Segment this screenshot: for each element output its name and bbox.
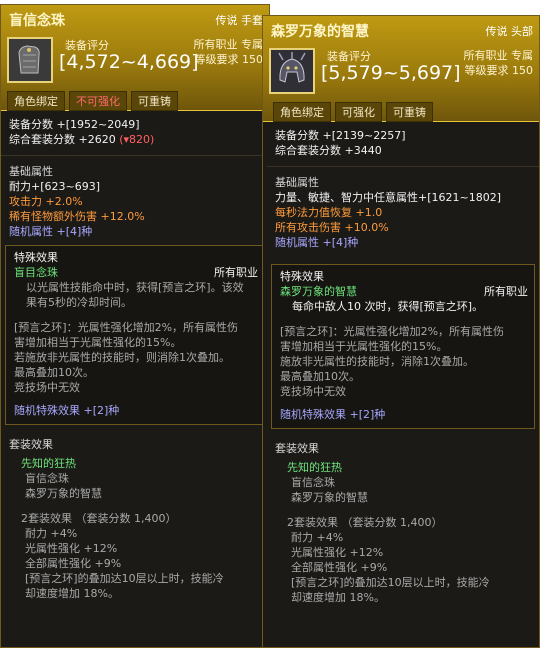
ring-desc: 若施放非光属性的技能时，则消除1次叠加。 — [14, 351, 230, 364]
special-desc: 以光属性技能命中时，获得[预言之环]。该效 — [26, 281, 244, 294]
set-bonus-line: 光属性强化 +12% — [25, 542, 118, 555]
helmet-icon — [269, 48, 315, 94]
set-bonus-line: 却速度增加 18%。 — [291, 591, 385, 604]
item-tooltip-helmet: 森罗万象的智慧 传说 头部 装备评分 [5,579~5,697] 所有职业 专属… — [262, 15, 540, 648]
random-special: 随机特殊效果 +[2]种 — [280, 408, 386, 421]
set-score-value: 综合套装分数 +2620 — [9, 133, 116, 146]
special-desc: 果有5秒的冷却时间。 — [26, 296, 132, 309]
ring-desc: 最高叠加10次。 — [280, 370, 360, 383]
set-title: 套装效果 — [9, 438, 53, 451]
base-line: 攻击力 +2.0% — [9, 195, 83, 208]
level-requirement: 等级要求 150 — [464, 64, 534, 77]
item-tooltip-gauntlet: 盲信念珠 传说 手套 装备评分 [4,572~4,669] 所有职业 专属 等级… — [0, 4, 270, 648]
tag-reforge: 可重铸 — [386, 102, 433, 122]
item-rarity: 传说 头部 — [485, 25, 534, 38]
set-bonus-title: 2套装效果 （套装分数 1,400） — [21, 512, 177, 525]
set-member: 森罗万象的智慧 — [25, 487, 102, 500]
job-text: 所有职业 专属 — [193, 38, 264, 51]
set-member: 盲信念珠 — [291, 476, 335, 489]
base-line: 所有攻击伤害 +10.0% — [275, 221, 389, 234]
tooltip-header: 森罗万象的智慧 传说 头部 装备评分 [5,579~5,697] 所有职业 专属… — [263, 16, 539, 122]
special-effect-box: 特殊效果 森罗万象的智慧 所有职业 每命中敌人10 次时，获得[预言之环]。 [… — [271, 264, 535, 429]
ring-desc: 最高叠加10次。 — [14, 366, 94, 379]
set-score: 综合套装分数 +2620 (▾820) — [9, 132, 261, 147]
base-title: 基础属性 — [275, 176, 319, 189]
tag-bind: 角色绑定 — [7, 91, 65, 111]
item-name: 盲信念珠 — [9, 13, 65, 29]
ring-desc: [预言之环]：光属性强化增加2%，所有属性伤 — [280, 325, 505, 338]
base-line: 耐力+[623~693] — [9, 180, 101, 193]
set-score-change: (▾820) — [119, 133, 155, 146]
set-bonus-line: 全部属性强化 +9% — [25, 557, 122, 570]
base-line: 每秒法力值恢复 +1.0 — [275, 206, 383, 219]
special-title: 特殊效果 — [280, 270, 324, 283]
score-value: [4,572~4,669] — [59, 51, 199, 73]
tooltip-header: 盲信念珠 传说 手套 装备评分 [4,572~4,669] 所有职业 专属 等级… — [1, 5, 269, 111]
tag-enhance: 不可强化 — [69, 91, 127, 111]
special-desc: 每命中敌人10 次时，获得[预言之环]。 — [292, 300, 484, 313]
level-requirement: 等级要求 150 — [194, 53, 264, 66]
gauntlet-icon — [7, 37, 53, 83]
set-name: 先知的狂热 — [21, 457, 76, 470]
tag-bind: 角色绑定 — [273, 102, 331, 122]
score-value: [5,579~5,697] — [321, 62, 461, 84]
set-title: 套装效果 — [275, 442, 319, 455]
special-job: 所有职业 — [214, 266, 258, 279]
set-bonus-line: 耐力 +4% — [25, 527, 78, 540]
item-name: 森罗万象的智慧 — [271, 24, 369, 40]
set-bonus-line: 却速度增加 18%。 — [25, 587, 119, 600]
job-text: 所有职业 专属 — [463, 49, 534, 62]
base-line: 稀有怪物额外伤害 +12.0% — [9, 210, 145, 223]
ring-desc: 害增加相当于光属性强化的15%。 — [14, 336, 182, 349]
ring-desc: 竞技场中无效 — [280, 385, 346, 398]
ring-desc: 害增加相当于光属性强化的15%。 — [280, 340, 448, 353]
random-special: 随机特殊效果 +[2]种 — [14, 404, 120, 417]
tooltip-body: 装备分数 +[2139~2257] 综合套装分数 +3440 基础属性 力量、敏… — [263, 122, 539, 605]
base-line: 随机属性 +[4]种 — [275, 236, 359, 249]
item-tags: 角色绑定 可强化 可重铸 — [273, 102, 433, 122]
special-name: 森罗万象的智慧 — [280, 285, 357, 298]
set-member: 森罗万象的智慧 — [291, 491, 368, 504]
base-line: 随机属性 +[4]种 — [9, 225, 93, 238]
set-score: 综合套装分数 +3440 — [275, 144, 382, 157]
set-bonus-line: 耐力 +4% — [291, 531, 344, 544]
item-rarity: 传说 手套 — [215, 14, 264, 27]
special-name: 盲目念珠 — [14, 266, 58, 279]
special-job: 所有职业 — [484, 285, 528, 298]
job-requirement: 所有职业 专属 等级要求 150 — [194, 37, 264, 67]
equip-score: 装备分数 +[1952~2049] — [9, 118, 140, 131]
ring-desc: 施放非光属性的技能时，消除1次叠加。 — [280, 355, 474, 368]
tooltip-body: 装备分数 +[1952~2049] 综合套装分数 +2620 (▾820) 基础… — [1, 111, 269, 601]
set-bonus-line: 全部属性强化 +9% — [291, 561, 388, 574]
special-effect-box: 特殊效果 盲目念珠 所有职业 以光属性技能命中时，获得[预言之环]。该效 果有5… — [5, 245, 265, 425]
tag-enhance: 可强化 — [335, 102, 382, 122]
special-title: 特殊效果 — [14, 251, 58, 264]
tag-reforge: 可重铸 — [131, 91, 178, 111]
ring-desc: [预言之环]：光属性强化增加2%，所有属性伤 — [14, 321, 239, 334]
set-bonus-line: [预言之环]的叠加达10层以上时，技能冷 — [25, 572, 224, 585]
job-requirement: 所有职业 专属 等级要求 150 — [464, 48, 534, 78]
base-line: 力量、敏捷、智力中任意属性+[1621~1802] — [275, 191, 502, 204]
set-name: 先知的狂热 — [287, 461, 342, 474]
set-bonus-line: 光属性强化 +12% — [291, 546, 384, 559]
equip-score: 装备分数 +[2139~2257] — [275, 129, 406, 142]
set-member: 盲信念珠 — [25, 472, 69, 485]
set-bonus-line: [预言之环]的叠加达10层以上时，技能冷 — [291, 576, 490, 589]
ring-desc: 竞技场中无效 — [14, 381, 80, 394]
item-tags: 角色绑定 不可强化 可重铸 — [7, 91, 178, 111]
set-bonus-title: 2套装效果 （套装分数 1,400） — [287, 516, 443, 529]
base-title: 基础属性 — [9, 165, 53, 178]
